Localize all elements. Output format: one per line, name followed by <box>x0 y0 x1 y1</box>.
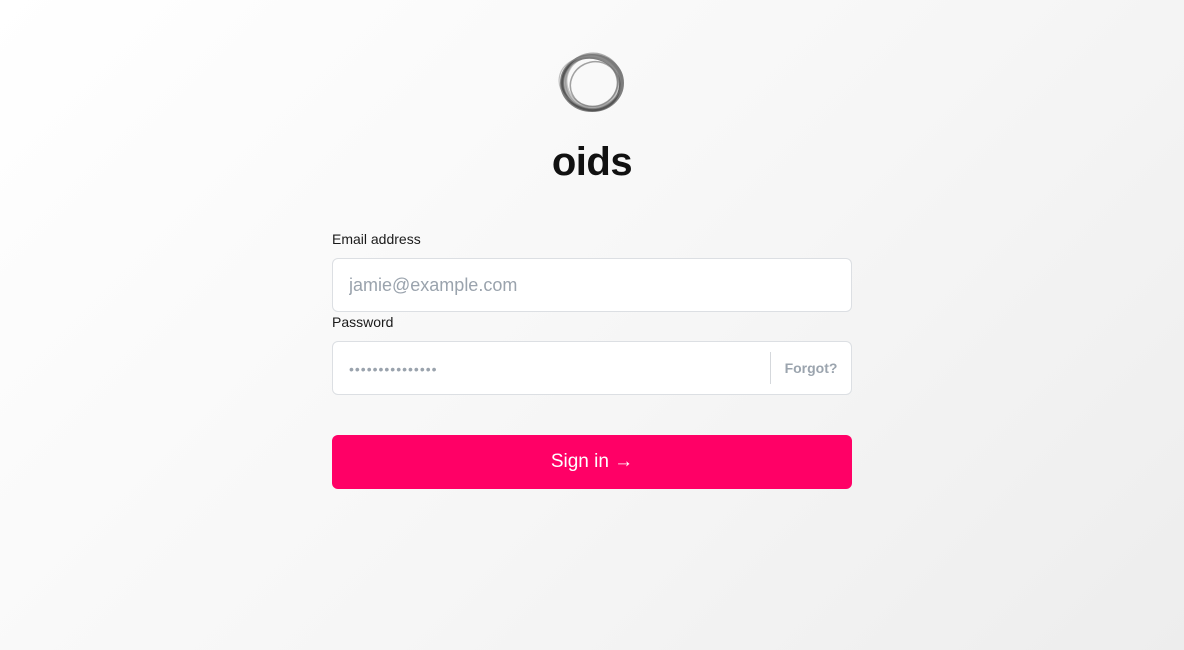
email-field-box <box>332 258 852 312</box>
email-field[interactable] <box>333 259 851 311</box>
brand-logo <box>558 51 626 115</box>
password-field-box: Forgot? <box>332 341 852 395</box>
brand-name: oids <box>551 140 633 184</box>
email-label: Email address <box>332 231 421 247</box>
sign-in-form: Email address Password Forgot? Sign in → <box>332 229 852 489</box>
sign-in-button[interactable]: Sign in → <box>332 435 852 489</box>
forgot-password-link[interactable]: Forgot? <box>771 342 851 394</box>
password-field[interactable] <box>333 342 770 394</box>
password-label: Password <box>332 314 394 330</box>
ring-logo-icon <box>558 52 624 112</box>
